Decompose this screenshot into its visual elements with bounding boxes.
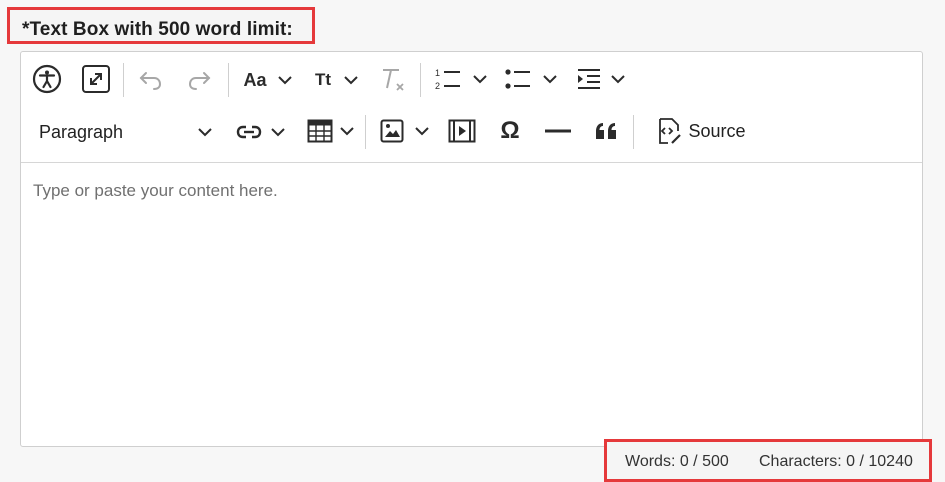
chevron-down-icon <box>543 75 557 84</box>
word-count: Words: 0 / 500 <box>625 453 729 470</box>
font-size-dropdown[interactable]: Tt <box>309 64 365 96</box>
field-label: *Text Box with 500 word limit: <box>22 19 293 40</box>
indent-icon <box>578 69 600 89</box>
toolbar-separator <box>365 115 366 149</box>
indent-dropdown[interactable] <box>573 62 629 96</box>
paragraph-format-dropdown[interactable]: Paragraph <box>29 116 215 148</box>
chevron-down-icon <box>277 76 292 85</box>
block-quote-button[interactable] <box>589 114 623 148</box>
fullscreen-button[interactable] <box>79 62 113 96</box>
redo-button[interactable] <box>183 64 215 96</box>
chevron-down-icon <box>198 128 212 137</box>
source-label: Source <box>688 120 746 141</box>
remove-format-icon <box>383 69 404 91</box>
video-icon <box>448 119 476 143</box>
table-dropdown[interactable] <box>303 114 359 148</box>
font-family-icon: Aa <box>243 69 267 90</box>
paragraph-format-label: Paragraph <box>39 121 124 142</box>
editor-toolbar: Aa Tt 1 2 Paragraph Ω Source <box>21 52 922 163</box>
link-icon <box>236 125 262 139</box>
source-code-icon <box>659 118 682 144</box>
undo-button[interactable] <box>135 64 167 96</box>
toolbar-row-2: Paragraph Ω Source <box>21 106 922 158</box>
chevron-down-icon <box>344 76 358 85</box>
special-characters-button[interactable]: Ω <box>493 114 527 148</box>
character-count: Characters: 0 / 10240 <box>759 453 913 470</box>
accessibility-button[interactable] <box>30 62 64 96</box>
svg-text:1: 1 <box>435 68 440 78</box>
horizontal-line-icon <box>545 129 571 133</box>
toolbar-separator <box>633 115 634 149</box>
source-button[interactable]: Source <box>647 114 753 148</box>
editor-placeholder: Type or paste your content here. <box>33 181 278 200</box>
numbered-list-dropdown[interactable]: 1 2 <box>431 62 491 96</box>
toolbar-separator <box>420 63 421 97</box>
numbered-list-icon: 1 2 <box>435 68 460 91</box>
horizontal-line-button[interactable] <box>541 114 575 148</box>
field-label-highlight: *Text Box with 500 word limit: <box>7 7 315 44</box>
image-icon <box>380 119 404 143</box>
undo-icon <box>139 72 162 90</box>
counter-highlight: Words: 0 / 500 Characters: 0 / 10240 <box>604 439 932 482</box>
chevron-down-icon <box>473 75 487 84</box>
bulleted-list-dropdown[interactable] <box>501 62 561 96</box>
toolbar-row-1: Aa Tt 1 2 <box>21 54 922 106</box>
editor-content-area[interactable]: Type or paste your content here. <box>21 163 922 446</box>
expand-icon <box>82 65 110 93</box>
media-embed-button[interactable] <box>445 114 479 148</box>
toolbar-separator <box>123 63 124 97</box>
quote-icon <box>596 123 616 139</box>
chevron-down-icon <box>340 127 354 136</box>
font-family-dropdown[interactable]: Aa <box>239 64 297 96</box>
svg-text:2: 2 <box>435 81 440 91</box>
remove-format-button[interactable] <box>376 62 408 96</box>
bulleted-list-icon <box>505 69 530 89</box>
table-icon <box>307 119 333 143</box>
redo-icon <box>188 72 211 90</box>
omega-icon: Ω <box>500 117 520 144</box>
font-size-icon: Tt <box>314 70 332 89</box>
rich-text-editor: Aa Tt 1 2 Paragraph Ω Source Type or pas… <box>20 51 923 447</box>
chevron-down-icon <box>415 127 429 136</box>
chevron-down-icon <box>611 75 625 84</box>
chevron-down-icon <box>271 128 285 137</box>
toolbar-separator <box>228 63 229 97</box>
accessibility-icon <box>32 64 62 94</box>
link-dropdown[interactable] <box>233 116 289 148</box>
image-dropdown[interactable] <box>377 114 433 148</box>
